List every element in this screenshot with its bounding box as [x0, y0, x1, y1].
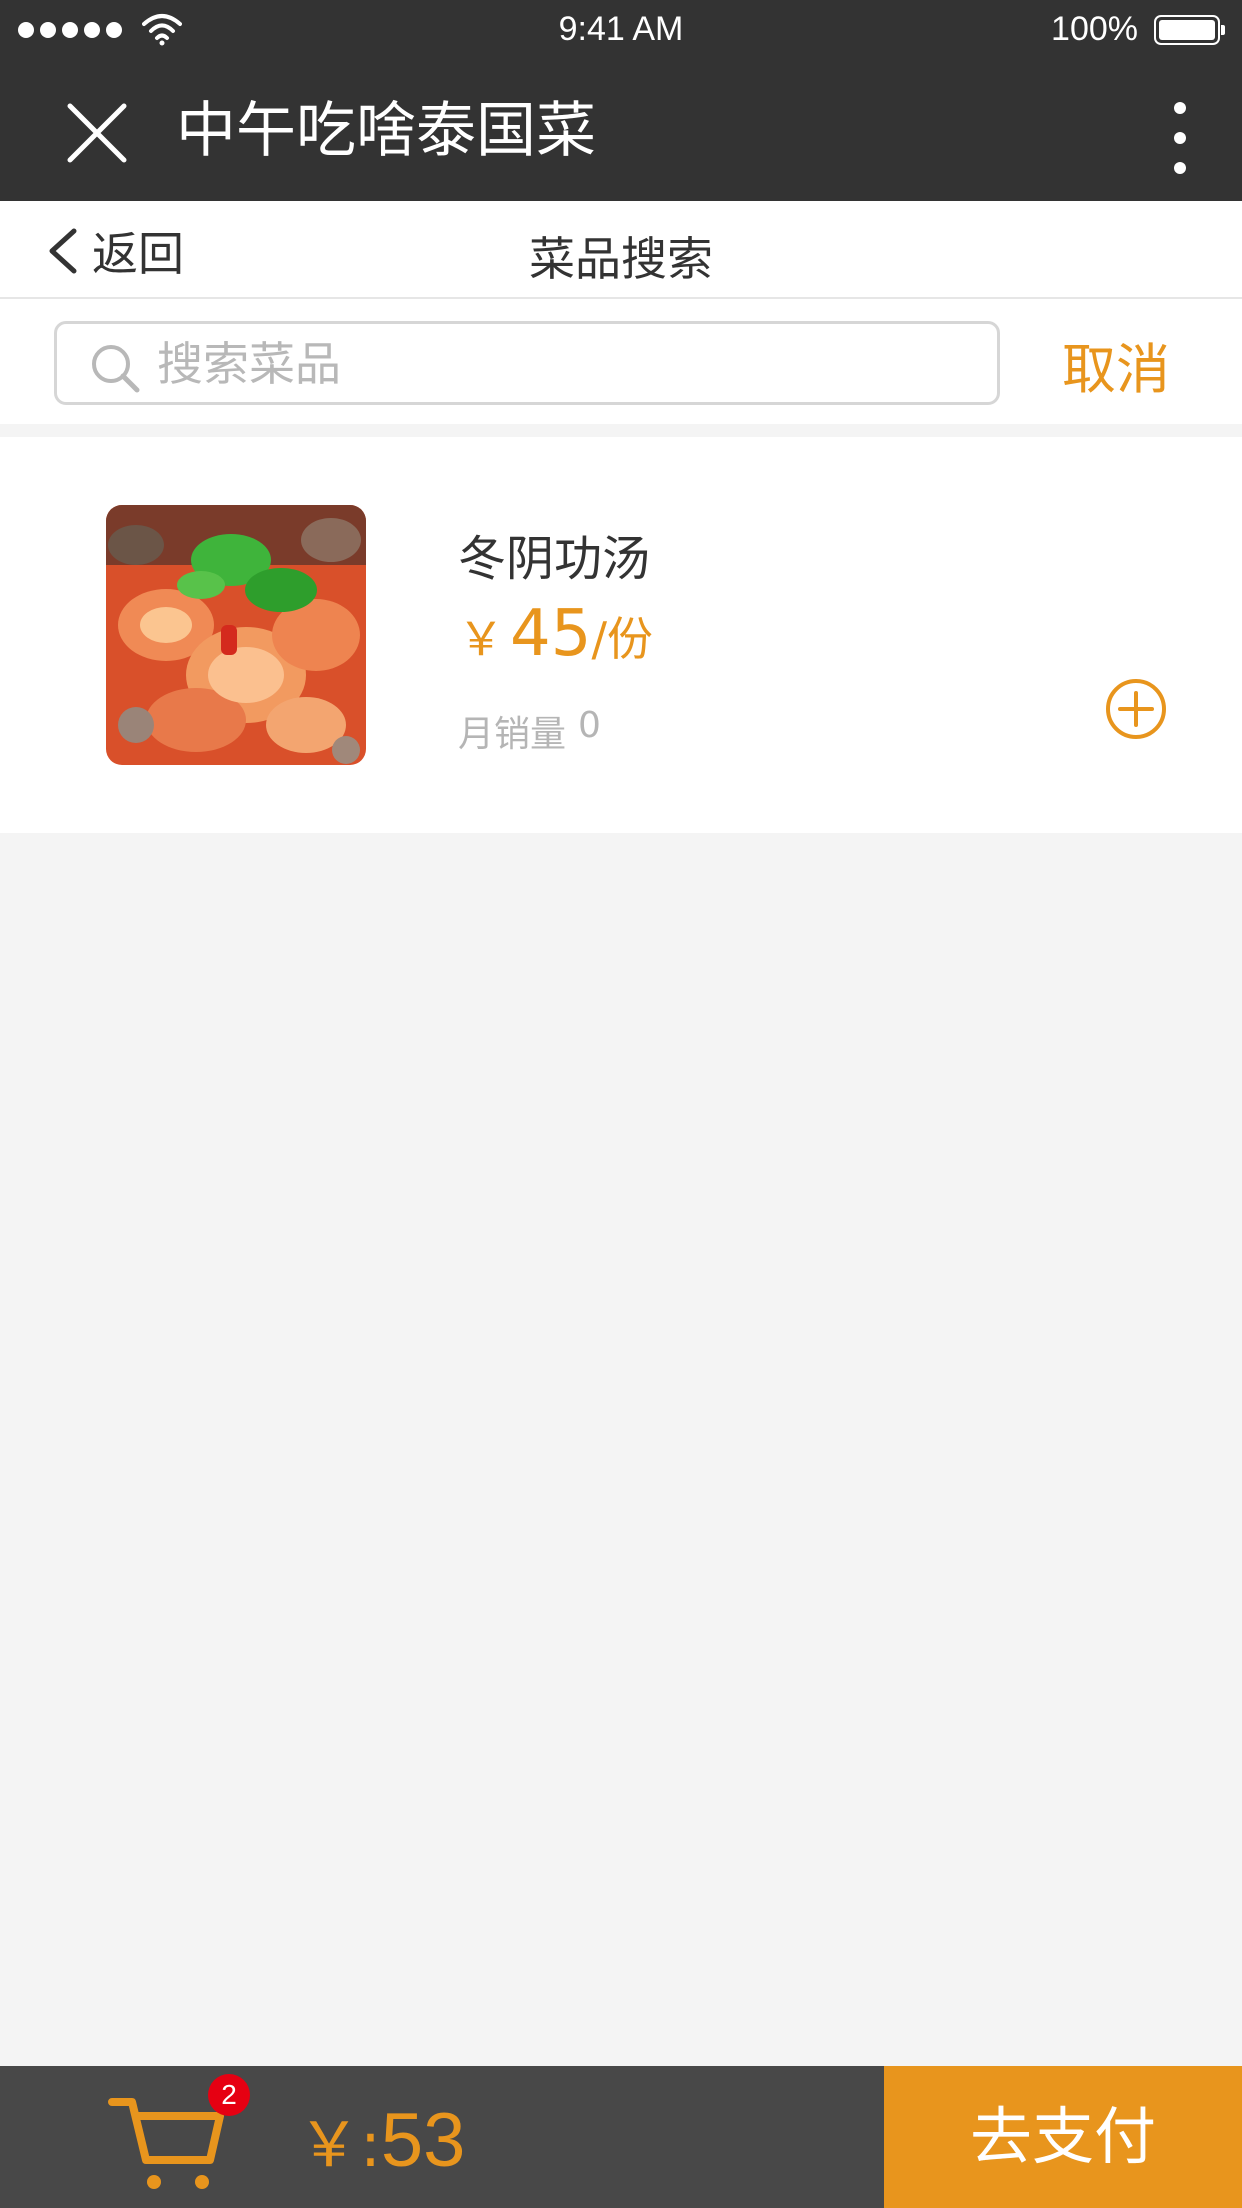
cart-total: ￥: 53: [298, 2094, 465, 2184]
total-value: 53: [380, 2098, 466, 2183]
search-box[interactable]: [54, 321, 1000, 405]
pay-button[interactable]: 去支付: [884, 2066, 1242, 2208]
sales-count: 0: [578, 705, 601, 746]
cart-bar: 2 ￥: 53: [0, 2066, 884, 2208]
dish-image: [106, 505, 366, 765]
page-title: 菜品搜索: [529, 232, 713, 286]
total-symbol: ￥:: [298, 2108, 381, 2181]
app-title: 中午吃啥泰国菜: [176, 96, 596, 166]
price-currency: ￥: [458, 612, 504, 666]
app-header: 中午吃啥泰国菜: [0, 60, 1242, 201]
cancel-button[interactable]: 取消: [1062, 325, 1170, 404]
price-value: 45: [510, 597, 592, 671]
search-icon: [92, 345, 140, 393]
cart-count-badge: 2: [208, 2074, 250, 2116]
monthly-sales: 月销量 0: [458, 705, 601, 757]
sales-label: 月销量: [458, 714, 567, 755]
price-unit: /份: [591, 612, 653, 666]
close-icon[interactable]: [64, 100, 130, 166]
search-results: 冬阴功汤 ￥ 45 /份 月销量 0: [0, 437, 1242, 833]
add-circle-icon[interactable]: [1104, 677, 1168, 741]
search-bar: 取消: [0, 299, 1242, 424]
dish-price: ￥ 45 /份: [458, 597, 653, 671]
search-input[interactable]: [157, 332, 977, 396]
nav-header: 返回 菜品搜索: [0, 201, 1242, 299]
battery-icon: [1154, 15, 1225, 45]
battery-percentage: 100%: [1051, 10, 1138, 48]
more-vertical-icon[interactable]: [1168, 102, 1192, 174]
dish-name: 冬阴功汤: [458, 531, 651, 587]
status-bar: 9:41 AM 100%: [0, 0, 1242, 60]
